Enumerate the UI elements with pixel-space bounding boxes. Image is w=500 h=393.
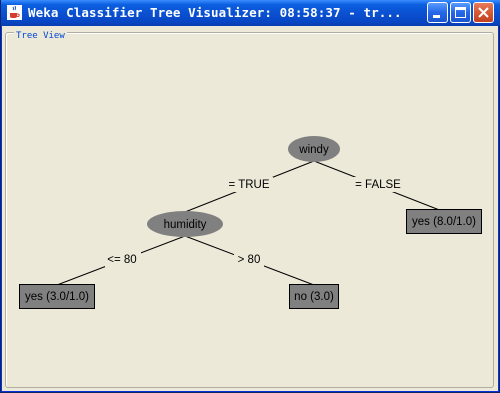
tree-leaf-yes-3[interactable]: yes (3.0/1.0) [19,284,95,309]
tree-leaf-no-3[interactable]: no (3.0) [289,284,339,309]
tree-leaf-yes-8[interactable]: yes (8.0/1.0) [406,209,482,234]
tree-node-humidity[interactable]: humidity [147,211,223,237]
edge-label-gt80: > 80 [238,254,261,266]
leaf-label-yes-3: yes (3.0/1.0) [25,291,89,303]
leaf-label-yes-8: yes (8.0/1.0) [412,216,476,228]
tree-canvas[interactable]: = TRUE = FALSE <= 80 > 80 windy humidity… [1,0,500,393]
node-label-humidity: humidity [164,219,207,231]
edge-label-le80: <= 80 [107,254,136,266]
tree-node-windy[interactable]: windy [288,136,340,162]
leaf-label-no-3: no (3.0) [294,291,334,303]
node-label-windy: windy [298,144,329,156]
edge-label-true: = TRUE [228,179,269,191]
tree-visualizer-window: Weka Classifier Tree Visualizer: 08:58:3… [0,0,500,393]
edge-label-false: = FALSE [355,179,401,191]
